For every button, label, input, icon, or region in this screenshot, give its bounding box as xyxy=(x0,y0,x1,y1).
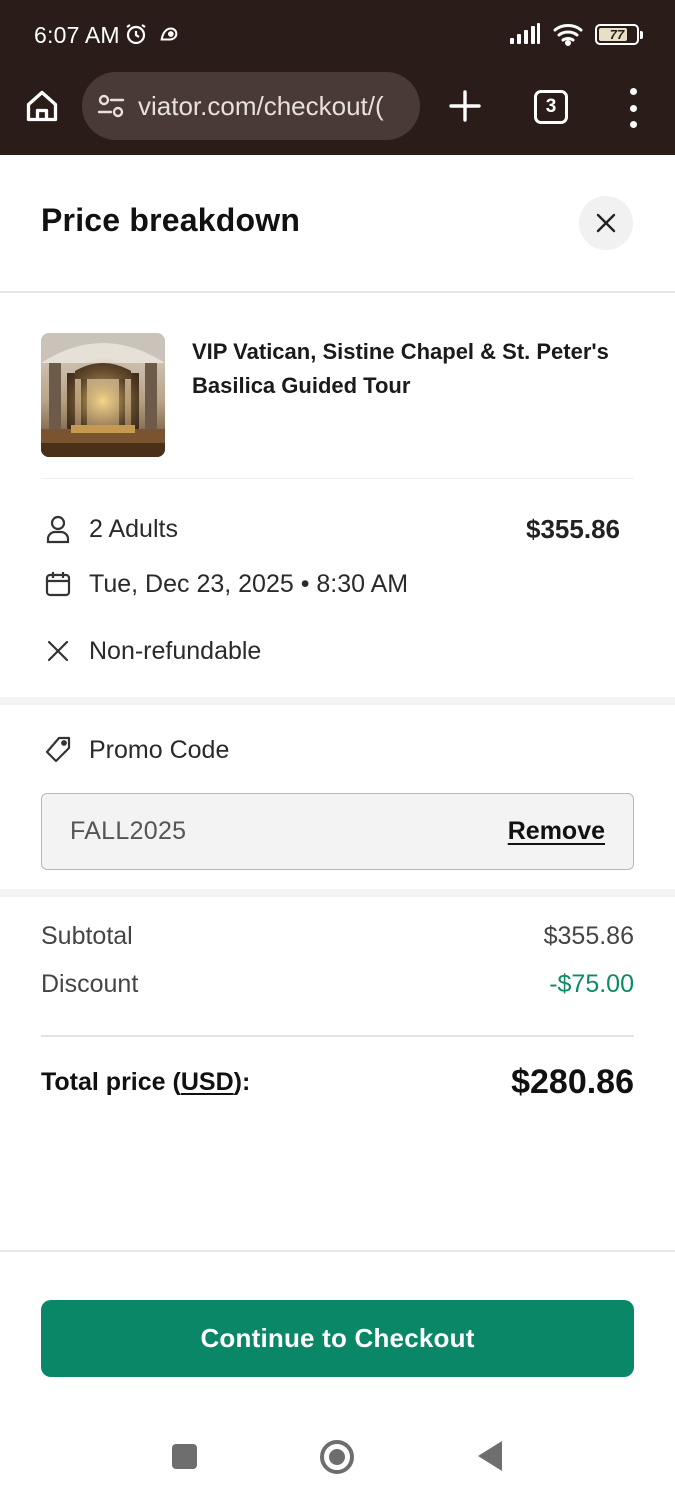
status-time: 6:07 AM xyxy=(34,22,120,48)
continue-to-checkout-button[interactable]: Continue to Checkout xyxy=(41,1300,634,1377)
tab-count: 3 xyxy=(545,96,557,117)
calendar-icon xyxy=(41,567,75,601)
back-button[interactable] xyxy=(478,1441,502,1471)
new-tab-icon[interactable] xyxy=(446,87,484,125)
product-thumbnail xyxy=(41,333,165,457)
discount-value: -$75.00 xyxy=(549,970,634,998)
x-icon xyxy=(41,634,75,668)
subtotal-value: $355.86 xyxy=(543,922,634,950)
browser-menu-button[interactable] xyxy=(620,88,646,128)
promo-code-value[interactable]: FALL2025 xyxy=(70,817,186,846)
currency-link[interactable]: USD xyxy=(181,1068,234,1096)
travelers-row: 2 Adults xyxy=(41,512,178,546)
total-value: $280.86 xyxy=(511,1063,634,1101)
travelers-count: 2 Adults xyxy=(89,514,178,543)
home-button[interactable] xyxy=(22,86,62,126)
cellular-signal-icon xyxy=(510,23,540,44)
site-settings-icon[interactable] xyxy=(96,91,126,121)
android-home-button[interactable] xyxy=(320,1440,354,1474)
section-separator xyxy=(0,889,675,897)
status-system-icons: 77 xyxy=(509,22,643,46)
total-label: Total price (USD): xyxy=(41,1068,250,1097)
person-icon xyxy=(41,512,75,546)
alarm-icon xyxy=(126,24,146,45)
totals-divider xyxy=(41,1035,634,1037)
refund-policy: Non-refundable xyxy=(89,636,262,665)
total-label-prefix: Total price ( xyxy=(41,1068,181,1096)
discount-row: Discount -$75.00 xyxy=(41,970,634,999)
tour-date: Tue, Dec 23, 2025 • 8:30 AM xyxy=(89,569,409,598)
product-title: VIP Vatican, Sistine Chapel & St. Peter'… xyxy=(192,339,609,398)
menu-dot-icon xyxy=(629,88,637,95)
menu-dot-icon xyxy=(629,121,637,128)
subtotal-label: Subtotal xyxy=(41,922,133,950)
total-row: Total price (USD): $280.86 xyxy=(41,1063,634,1102)
notification-app-icon xyxy=(160,27,178,41)
tab-switcher-button[interactable]: 3 xyxy=(534,90,568,124)
close-icon xyxy=(596,213,616,233)
home-dot-icon xyxy=(329,1449,345,1465)
recent-apps-button[interactable] xyxy=(172,1444,197,1469)
close-button[interactable] xyxy=(579,196,633,250)
travelers-price: $355.86 xyxy=(526,514,620,544)
promo-label-row: Promo Code xyxy=(41,733,229,767)
remove-promo-button[interactable]: Remove xyxy=(508,817,605,846)
status-notification-icons xyxy=(124,22,180,46)
url-bar[interactable]: viator.com/checkout/( xyxy=(82,72,420,140)
date-row: Tue, Dec 23, 2025 • 8:30 AM xyxy=(41,567,408,601)
footer-divider xyxy=(0,1250,675,1252)
browser-chrome: 6:07 AM 77 viator.com/checkout/(3 xyxy=(0,0,675,155)
wifi-icon xyxy=(553,24,583,46)
discount-label: Discount xyxy=(41,970,139,998)
home-icon xyxy=(26,90,58,122)
product-divider xyxy=(41,478,634,479)
promo-code-field[interactable]: FALL2025 Remove xyxy=(41,793,634,870)
total-label-suffix: ): xyxy=(233,1068,251,1096)
refund-row: Non-refundable xyxy=(41,634,261,668)
basilica-photo-image xyxy=(41,333,165,457)
page-title: Price breakdown xyxy=(41,202,301,238)
promo-label: Promo Code xyxy=(89,735,230,764)
subtotal-row: Subtotal $355.86 xyxy=(41,922,634,951)
section-separator xyxy=(0,697,675,705)
header-divider xyxy=(0,291,675,293)
menu-dot-icon xyxy=(629,104,637,112)
tag-icon xyxy=(41,733,75,767)
battery-percentage: 77 xyxy=(609,26,625,42)
url-text[interactable]: viator.com/checkout/( xyxy=(138,91,384,122)
battery-icon: 77 xyxy=(595,23,643,45)
